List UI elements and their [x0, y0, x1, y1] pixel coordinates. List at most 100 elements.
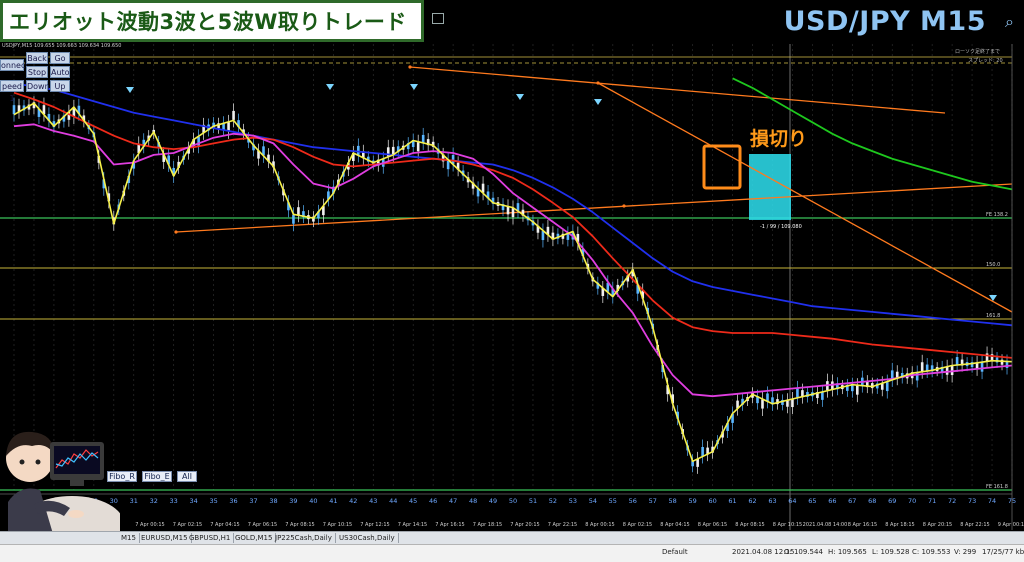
candle-body [506, 206, 510, 215]
up-button[interactable]: Up [50, 80, 70, 92]
time-label: 7 Apr 08:15 [285, 522, 314, 528]
time-label: 8 Apr 16:15 [848, 522, 877, 528]
x-tick-label: 68 [868, 497, 876, 505]
tab-eurusd[interactable]: EURUSD,M15 [138, 533, 192, 543]
x-tick-label: 69 [888, 497, 896, 505]
time-label: 8 Apr 08:15 [735, 522, 764, 528]
time-label: 7 Apr 00:15 [135, 522, 164, 528]
x-tick-label: 50 [509, 497, 517, 505]
x-tick-label: 35 [209, 497, 217, 505]
x-tick-label: 58 [669, 497, 677, 505]
x-tick-label: 47 [449, 497, 457, 505]
stop-button[interactable]: Stop [26, 66, 48, 78]
x-tick-label: 37 [249, 497, 257, 505]
x-tick-label: 39 [289, 497, 297, 505]
back-button[interactable]: Back [26, 52, 48, 64]
candle-body [885, 382, 889, 392]
x-tick-label: 36 [229, 497, 237, 505]
x-tick-label: 73 [968, 497, 976, 505]
candle-body [796, 388, 799, 398]
candle-body [421, 134, 425, 143]
fibo-level-label: 161.8 [986, 313, 1000, 319]
x-tick-label: 34 [189, 497, 197, 505]
time-label: 8 Apr 20:15 [923, 522, 952, 528]
time-label: 7 Apr 04:15 [210, 522, 239, 528]
x-tick-label: 44 [389, 497, 397, 505]
candle-body [232, 110, 235, 120]
x-tick-label: 41 [329, 497, 337, 505]
time-label: 8 Apr 02:15 [623, 522, 652, 528]
tab-us30[interactable]: US30Cash,Daily [336, 533, 399, 543]
x-tick-label: 46 [429, 497, 437, 505]
connect-button[interactable]: onnect [0, 59, 29, 71]
x-tick-label: 45 [409, 497, 417, 505]
candle-body [12, 105, 16, 115]
candle-body [980, 362, 984, 372]
time-label: 7 Apr 12:15 [360, 522, 389, 528]
time-label: 8 Apr 00:15 [585, 522, 614, 528]
status-traffic: 17/25/77 kb [982, 548, 1024, 556]
candle-body [955, 357, 959, 366]
candle-body [791, 399, 794, 408]
trendline-anchor [596, 81, 600, 85]
tab-m15[interactable]: M15 [118, 533, 140, 543]
time-label: 7 Apr 16:15 [435, 522, 464, 528]
tab-gbpusd[interactable]: GBPUSD,H1 [186, 533, 235, 543]
candle-timer-label: ローソク足終了まで [955, 48, 1000, 55]
status-close: C: 109.553 [912, 548, 951, 556]
candle-body [920, 362, 924, 372]
candle-body [945, 366, 949, 375]
x-tick-label: 70 [908, 497, 916, 505]
time-label: 9 Apr 00:15 [998, 522, 1024, 528]
x-tick-label: 56 [629, 497, 637, 505]
window-restore-icon[interactable] [432, 13, 444, 24]
x-tick-label: 38 [269, 497, 277, 505]
time-label: 7 Apr 20:15 [510, 522, 539, 528]
time-label: 8 Apr 22:15 [960, 522, 989, 528]
x-tick-label: 65 [808, 497, 816, 505]
time-label: 7 Apr 18:15 [473, 522, 502, 528]
magnifier-icon[interactable]: ⌕ [1005, 12, 1014, 32]
status-low: L: 109.528 [872, 548, 910, 556]
candle-body [541, 231, 545, 241]
trendline-anchor [408, 65, 412, 69]
candle-body [511, 208, 515, 218]
status-volume: V: 299 [954, 548, 977, 556]
tab-jp225[interactable]: JP225Cash,Daily [272, 533, 336, 543]
down-button[interactable]: Down [26, 80, 50, 92]
symbol-info: USDJPY,M15 109.655 109.663 109.634 109.6… [2, 43, 121, 49]
x-tick-label: 75 [1008, 497, 1016, 505]
candle-body [701, 446, 704, 456]
spread-label: スプレッド: 20 [968, 58, 1003, 64]
symbol-tab-bar: M15 EURUSD,M15 GBPUSD,H1 GOLD,M15 JP225C… [0, 531, 1024, 544]
candle-body [761, 399, 764, 409]
fibo-e-button[interactable]: Fibo_E [142, 471, 172, 482]
x-tick-label: 61 [728, 497, 736, 505]
fibo-level-label: 150.0 [986, 262, 1000, 268]
x-tick-label: 71 [928, 497, 936, 505]
x-tick-label: 51 [529, 497, 537, 505]
auto-button[interactable]: Auto [50, 66, 70, 78]
tab-gold[interactable]: GOLD,M15 [232, 533, 277, 543]
candle-body [856, 385, 859, 395]
time-label: 7 Apr 10:15 [323, 522, 352, 528]
time-label: 7 Apr 22:15 [548, 522, 577, 528]
x-tick-label: 54 [589, 497, 597, 505]
x-tick-label: 64 [788, 497, 796, 505]
title-banner-inner: エリオット波動3波と5波W取りトレード [3, 3, 421, 39]
status-high: H: 109.565 [828, 548, 867, 556]
speed-button[interactable]: peed 1 [0, 80, 24, 103]
time-label: 7 Apr 14:15 [398, 522, 427, 528]
go-button[interactable]: Go [50, 52, 70, 64]
pair-title: USD/JPY M15 [783, 6, 986, 37]
status-profile: Default [662, 548, 688, 556]
x-tick-label: 42 [349, 497, 357, 505]
x-tick-label: 66 [828, 497, 836, 505]
presenter-avatar [6, 431, 120, 544]
time-label: 8 Apr 04:15 [660, 522, 689, 528]
x-tick-label: 62 [748, 497, 756, 505]
fibo-all-button[interactable]: All [177, 471, 197, 482]
x-tick-label: 43 [369, 497, 377, 505]
candle-body [416, 142, 420, 152]
x-tick-label: 48 [469, 497, 477, 505]
